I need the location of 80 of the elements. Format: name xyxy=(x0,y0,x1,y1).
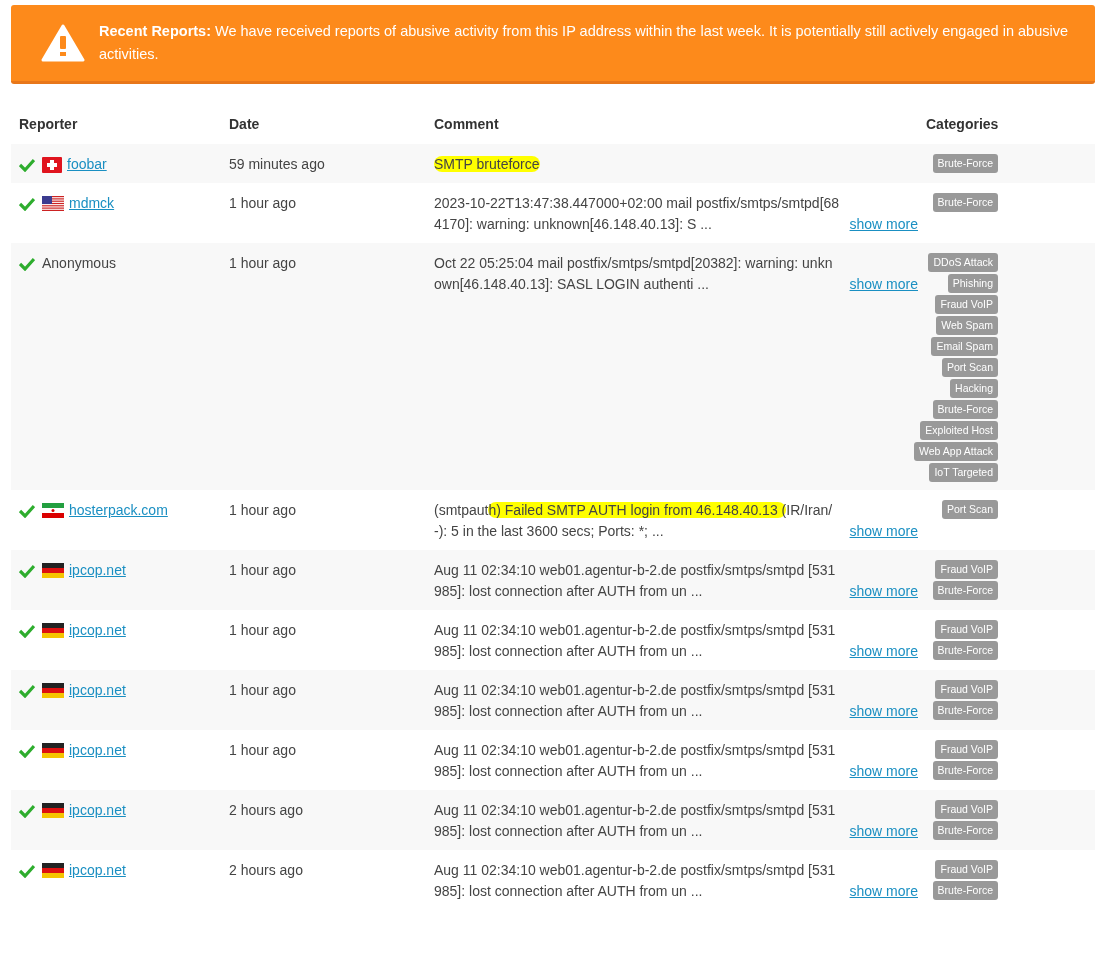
column-header: Reporter xyxy=(18,114,79,134)
category-tag: Fraud VoIP xyxy=(935,295,998,314)
german-flag-icon xyxy=(42,623,64,638)
category-tag: Fraud VoIP xyxy=(935,860,998,879)
category-tag: DDoS Attack xyxy=(928,253,998,272)
reporter-link[interactable]: ipcop.net xyxy=(69,680,126,701)
category-tag: Brute-Force xyxy=(932,154,998,173)
german-flag-icon xyxy=(42,863,64,878)
warning-icon xyxy=(41,24,85,62)
comment-text: Aug 11 02:34:10 web01.agentur-b-2.de postfix/smtps/smtpd [531985]: lost connection after AUTH from un ... xyxy=(434,861,837,901)
alert-message: Recent Reports: We have received reports of abusive activity from this IP address within the last week. It is potentially still actively engaged in abusive activities. xyxy=(99,22,1069,64)
reporter-link[interactable]: ipcop.net xyxy=(69,560,126,581)
reporter-link[interactable]: foobar xyxy=(67,154,107,175)
reporter-link[interactable]: ipcop.net xyxy=(69,620,126,641)
date-text: 1 hour ago xyxy=(228,621,297,640)
category-tag: Brute-Force xyxy=(932,581,998,600)
comment-text: 2023-10-22T13:47:38.447000+02:00 mail postfix/smtps/smtpd[684170]: warning: unknown[46.148.40.13]: S ... xyxy=(434,194,840,234)
iran-flag-icon xyxy=(42,503,64,518)
show-more-link[interactable]: show more xyxy=(849,881,918,902)
reporter-link[interactable]: ipcop.net xyxy=(69,740,126,761)
show-more-link[interactable]: show more xyxy=(849,521,918,542)
category-tag: Phishing xyxy=(947,274,998,293)
category-tag: Brute-Force xyxy=(932,701,998,720)
show-more-link[interactable]: show more xyxy=(849,214,918,235)
date-text: 1 hour ago xyxy=(228,194,297,213)
date-text: 1 hour ago xyxy=(228,501,297,520)
comment-text: Aug 11 02:34:10 web01.agentur-b-2.de postfix/smtps/smtpd [531985]: lost connection after AUTH from un ... xyxy=(434,801,837,841)
date-text: 1 hour ago xyxy=(228,561,297,580)
comment-text: Aug 11 02:34:10 web01.agentur-b-2.de postfix/smtps/smtpd [531985]: lost connection after AUTH from un ... xyxy=(434,561,837,601)
column-header: Date xyxy=(228,114,261,134)
date-text: 2 hours ago xyxy=(228,861,304,880)
comment-text: Aug 11 02:34:10 web01.agentur-b-2.de postfix/smtps/smtpd [531985]: lost connection after AUTH from un ... xyxy=(434,741,837,781)
comment-text: Aug 11 02:34:10 web01.agentur-b-2.de postfix/smtps/smtpd [531985]: lost connection after AUTH from un ... xyxy=(434,681,837,721)
category-tag: Fraud VoIP xyxy=(935,740,998,759)
category-tag: Port Scan xyxy=(941,358,998,377)
category-tag: Brute-Force xyxy=(932,641,998,660)
category-tag: Fraud VoIP xyxy=(935,620,998,639)
category-tag: Email Spam xyxy=(931,337,998,356)
show-more-link[interactable]: show more xyxy=(849,274,918,295)
date-text: 1 hour ago xyxy=(228,254,297,273)
category-tag: Brute-Force xyxy=(932,881,998,900)
date-text: 1 hour ago xyxy=(228,681,297,700)
comment-text: (smtpauth) Failed SMTP AUTH login from 46.148.40.13 (IR/Iran/-): 5 in the last 3600 secs; Ports: *; ... xyxy=(434,501,834,541)
reporter-link[interactable]: hosterpack.com xyxy=(69,500,168,521)
us-flag-icon xyxy=(42,196,64,211)
category-tag: Fraud VoIP xyxy=(935,800,998,819)
comment-text: Aug 11 02:34:10 web01.agentur-b-2.de postfix/smtps/smtpd [531985]: lost connection after AUTH from un ... xyxy=(434,621,837,661)
show-more-link[interactable]: show more xyxy=(849,701,918,722)
german-flag-icon xyxy=(42,803,64,818)
comment-text: Oct 22 05:25:04 mail postfix/smtps/smtpd[20382]: warning: unknown[46.148.40.13]: SASL LOGIN authenti ... xyxy=(434,254,834,294)
swiss-flag-icon xyxy=(42,156,62,173)
reporter-link[interactable]: ipcop.net xyxy=(69,860,126,881)
column-header: Comment xyxy=(433,114,500,134)
category-tag: Brute-Force xyxy=(932,193,998,212)
german-flag-icon xyxy=(42,683,64,698)
show-more-link[interactable]: show more xyxy=(849,821,918,842)
date-text: 1 hour ago xyxy=(228,741,297,760)
date-text: 2 hours ago xyxy=(228,801,304,820)
show-more-link[interactable]: show more xyxy=(849,641,918,662)
category-tag: Port Scan xyxy=(941,500,998,519)
reporter-link[interactable]: ipcop.net xyxy=(69,800,126,821)
category-tag: Brute-Force xyxy=(932,761,998,780)
comment-text: SMTP bruteforce xyxy=(434,155,541,174)
category-tag: Hacking xyxy=(950,379,998,398)
show-more-link[interactable]: show more xyxy=(849,761,918,782)
category-tag: Fraud VoIP xyxy=(935,680,998,699)
show-more-link[interactable]: show more xyxy=(849,581,918,602)
category-tag: Fraud VoIP xyxy=(935,560,998,579)
date-text: 59 minutes ago xyxy=(228,155,326,174)
reporter-name: Anonymous xyxy=(42,254,116,273)
category-tag: Brute-Force xyxy=(932,400,998,419)
column-header: Categories xyxy=(926,114,1000,134)
reporter-link[interactable]: mdmck xyxy=(69,193,115,214)
category-tag: Web Spam xyxy=(936,316,998,335)
category-tag: Web App Attack xyxy=(914,442,998,461)
category-tag: Exploited Host xyxy=(920,421,998,440)
german-flag-icon xyxy=(42,743,64,758)
german-flag-icon xyxy=(42,563,64,578)
category-tag: IoT Targeted xyxy=(929,463,998,482)
category-tag: Brute-Force xyxy=(932,821,998,840)
